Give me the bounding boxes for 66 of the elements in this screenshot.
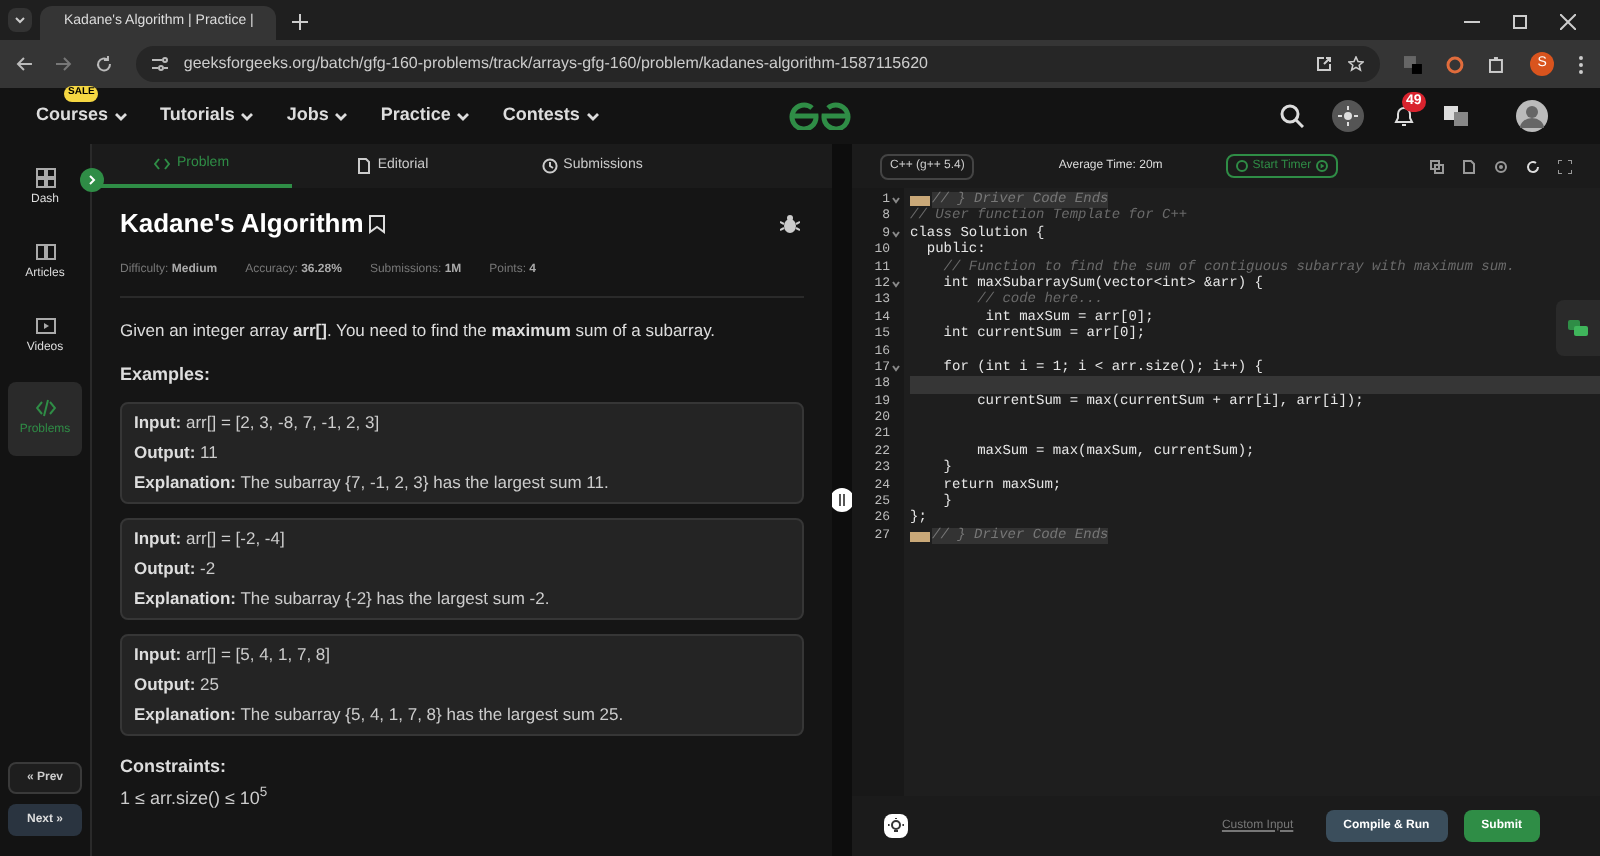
fold-marker-icon[interactable] (910, 531, 930, 541)
fold-marker-icon[interactable] (910, 195, 930, 206)
code-icon (154, 156, 171, 172)
bug-icon[interactable] (780, 213, 800, 234)
example-line: Output: 25 (134, 673, 222, 695)
nav-menu[interactable]: Contests (502, 102, 600, 130)
site-logo[interactable] (788, 102, 852, 130)
back-icon[interactable] (16, 56, 32, 72)
chevron-icon (114, 111, 129, 121)
constraint-text: 1 ≤ arr.size() ≤ 10$^{5}$ (120, 785, 270, 809)
example-line: Explanation: The subarray {-2} has the largest sum -2. (134, 587, 552, 609)
more-icon[interactable] (1578, 55, 1584, 73)
fullscreen-icon[interactable] (1558, 159, 1572, 173)
timer-icon (1236, 160, 1249, 172)
reload-icon[interactable] (95, 56, 112, 72)
play-icon (1315, 160, 1328, 172)
hint-icon[interactable] (884, 814, 908, 838)
site-info-icon[interactable] (151, 56, 168, 72)
new-tab-icon[interactable] (292, 14, 308, 30)
puzzle-icon[interactable] (1488, 55, 1507, 73)
chevron-icon (240, 111, 255, 121)
bookmark-icon[interactable] (367, 213, 386, 234)
problem-title: Kadane's Algorithm (120, 206, 364, 242)
video-icon (35, 316, 55, 336)
example-line: Input: arr[] = [5, 4, 1, 7, 8] (134, 643, 333, 665)
code-icon (35, 398, 55, 418)
example-line: Input: arr[] = [2, 3, -8, 7, -1, 2, 3] (134, 411, 382, 433)
example-line: Explanation: The subarray {5, 4, 1, 7, 8} has the largest sum 25. (134, 703, 626, 725)
copy-icon[interactable] (1430, 159, 1444, 173)
book-icon (35, 242, 55, 262)
grid-icon (35, 168, 55, 188)
nav-menu[interactable]: Courses (36, 102, 129, 130)
settings-icon[interactable] (1494, 159, 1508, 173)
chevron-icon (585, 111, 600, 121)
chat-icon[interactable] (1556, 300, 1600, 356)
address-field[interactable]: geeksforgeeks.org/batch/gfg-160-problems/track/arrays-gfg-160/problem/kadanes-algorithm-1587115620 (135, 46, 1381, 82)
theme-toggle-icon[interactable] (1332, 100, 1364, 132)
example-line: Output: -2 (134, 557, 218, 579)
chevron-icon (334, 111, 349, 121)
open-external-icon[interactable] (1316, 56, 1333, 72)
tab-search-icon[interactable] (8, 8, 32, 32)
nav-menu[interactable]: Tutorials (160, 102, 255, 130)
star-icon[interactable] (1348, 56, 1365, 72)
search-icon[interactable] (1280, 104, 1304, 128)
section-heading: Constraints: (120, 753, 229, 777)
restore-icon[interactable] (1512, 14, 1528, 30)
reset-icon[interactable] (1526, 159, 1540, 173)
extension-icon[interactable] (1404, 55, 1423, 73)
document-icon (355, 158, 372, 174)
chevron-icon (456, 111, 471, 121)
example-line: Output: 11 (134, 441, 220, 463)
close-icon[interactable] (1560, 14, 1576, 30)
example-line: Explanation: The subarray {7, -1, 2, 3} has the largest sum 11. (134, 471, 611, 493)
url-text: geeksforgeeks.org/batch/gfg-160-problems/track/arrays-gfg-160/problem/kadanes-algorithm-1587115620 (183, 52, 928, 76)
file-icon[interactable] (1462, 159, 1476, 173)
nav-menu[interactable]: Jobs (286, 102, 349, 130)
clock-icon (541, 158, 558, 174)
extension-icon[interactable] (1446, 55, 1465, 73)
problem-description: Given an integer array arr[]. You need to find the maximum sum of a subarray. (120, 317, 718, 341)
bell-icon[interactable] (1392, 104, 1416, 128)
forward-icon[interactable] (55, 56, 72, 72)
example-line: Input: arr[] = [-2, -4] (134, 527, 287, 549)
nav-menu[interactable]: Practice (380, 102, 471, 130)
translate-icon[interactable] (1444, 104, 1468, 128)
section-heading: Examples: (120, 361, 213, 385)
user-avatar[interactable] (1516, 100, 1548, 132)
